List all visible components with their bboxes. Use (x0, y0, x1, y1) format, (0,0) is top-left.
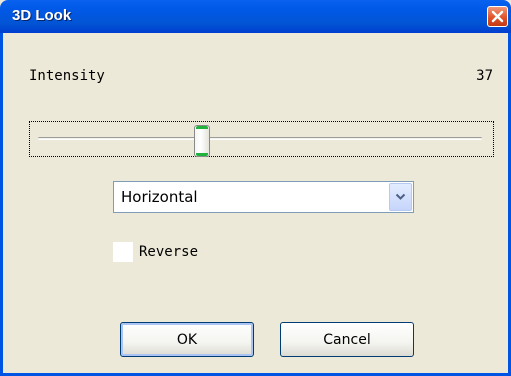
reverse-checkbox[interactable] (113, 242, 133, 262)
chevron-down-icon (395, 193, 406, 200)
title-bar[interactable]: 3D Look (0, 0, 511, 33)
slider-track[interactable] (38, 137, 482, 140)
ok-button[interactable]: OK (120, 322, 254, 357)
cancel-button[interactable]: Cancel (280, 322, 414, 357)
direction-select[interactable]: Horizontal (113, 181, 414, 213)
direction-select-value: Horizontal (121, 188, 198, 206)
dropdown-button[interactable] (389, 183, 412, 211)
window-title: 3D Look (12, 7, 72, 24)
slider-thumb[interactable] (194, 125, 210, 157)
reverse-checkbox-label: Reverse (139, 244, 199, 260)
intensity-value: 37 (476, 68, 493, 84)
intensity-label: Intensity (29, 68, 105, 84)
close-button[interactable] (487, 6, 508, 27)
close-icon (491, 10, 504, 23)
